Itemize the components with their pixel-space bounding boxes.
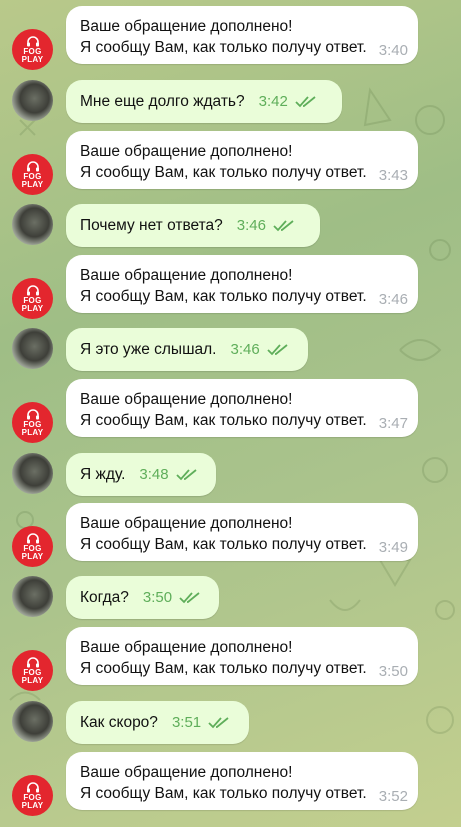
message-time: 3:50: [142, 589, 173, 606]
bot-avatar-text: PLAY: [21, 54, 44, 64]
outgoing-message-bubble[interactable]: Когда? 3:50: [66, 576, 219, 619]
message-time: 3:46: [230, 341, 260, 358]
message-time: 3:42: [258, 93, 288, 110]
user-avatar[interactable]: [12, 204, 53, 245]
outgoing-message-bubble[interactable]: Как скоро? 3:51: [66, 701, 249, 744]
read-receipt-icon: [267, 343, 288, 355]
message-text-line: Ваше обращение дополнено!: [80, 143, 293, 160]
message-text-line: Я сообщу Вам, как только получу ответ.: [80, 412, 367, 429]
message-text-line: Я сообщу Вам, как только получу ответ.: [80, 660, 367, 677]
message-time: 3:46: [378, 291, 408, 308]
bot-avatar-text: PLAY: [21, 179, 44, 189]
message-text: Я это уже слышал.: [80, 340, 217, 358]
message-time: 3:48: [139, 466, 169, 483]
headphones-icon: [26, 284, 39, 295]
message-text: Как скоро?: [80, 713, 158, 731]
read-receipt-icon: [208, 716, 229, 728]
message-text-line: Ваше обращение дополнено!: [80, 515, 293, 532]
message-text: Я жду.: [80, 465, 126, 483]
incoming-message-bubble[interactable]: Ваше обращение дополнено! Я сообщу Вам, к…: [66, 503, 418, 561]
message-text-line: Ваше обращение дополнено!: [80, 764, 293, 781]
headphones-icon: [26, 35, 39, 46]
incoming-message-bubble[interactable]: Ваше обращение дополнено! Я сообщу Вам, к…: [66, 627, 418, 685]
headphones-icon: [26, 408, 39, 419]
bot-avatar[interactable]: FOG PLAY: [12, 154, 53, 195]
headphones-icon: [26, 160, 39, 171]
bot-avatar[interactable]: FOG PLAY: [12, 775, 53, 816]
headphones-icon: [26, 656, 39, 667]
message-text-line: Ваше обращение дополнено!: [80, 391, 293, 408]
message-list[interactable]: FOG PLAY Ваше обращение дополнено! Я сообщу…: [0, 0, 461, 827]
message-text-line: Ваше обращение дополнено!: [80, 639, 293, 656]
message-time: 3:52: [378, 788, 408, 805]
message-text-line: Я сообщу Вам, как только получу ответ.: [80, 39, 367, 56]
headphones-icon: [26, 532, 39, 543]
message-text-line: Я сообщу Вам, как только получу ответ.: [80, 164, 367, 181]
message-time: 3:46: [236, 217, 266, 234]
user-avatar[interactable]: [12, 80, 53, 121]
bot-avatar[interactable]: FOG PLAY: [12, 526, 53, 567]
bot-avatar-text: PLAY: [21, 427, 44, 437]
incoming-message-bubble[interactable]: Ваше обращение дополнено! Я сообщу Вам, к…: [66, 752, 418, 810]
message-text: Мне еще долго ждать?: [80, 92, 245, 110]
incoming-message-bubble[interactable]: Ваше обращение дополнено! Я сообщу Вам, к…: [66, 379, 418, 437]
bot-avatar-text: PLAY: [21, 800, 44, 810]
bot-avatar-text: PLAY: [21, 303, 44, 313]
message-text: Когда?: [80, 588, 129, 606]
outgoing-message-bubble[interactable]: Я жду. 3:48: [66, 453, 216, 496]
user-avatar[interactable]: [12, 701, 53, 742]
message-time: 3:43: [378, 167, 408, 184]
bot-avatar-text: PLAY: [21, 675, 44, 685]
message-text-line: Ваше обращение дополнено!: [80, 267, 293, 284]
incoming-message-bubble[interactable]: Ваше обращение дополнено! Я сообщу Вам, к…: [66, 6, 418, 64]
outgoing-message-bubble[interactable]: Почему нет ответа? 3:46: [66, 204, 320, 247]
message-text-line: Я сообщу Вам, как только получу ответ.: [80, 536, 367, 553]
bot-avatar[interactable]: FOG PLAY: [12, 402, 53, 443]
read-receipt-icon: [179, 591, 200, 603]
incoming-message-bubble[interactable]: Ваше обращение дополнено! Я сообщу Вам, к…: [66, 255, 418, 313]
bot-avatar[interactable]: FOG PLAY: [12, 650, 53, 691]
message-time: 3:51: [171, 714, 202, 731]
message-time: 3:40: [378, 42, 408, 59]
user-avatar[interactable]: [12, 576, 53, 617]
outgoing-message-bubble[interactable]: Мне еще долго ждать? 3:42: [66, 80, 342, 123]
read-receipt-icon: [295, 95, 316, 107]
message-time: 3:49: [378, 539, 408, 556]
incoming-message-bubble[interactable]: Ваше обращение дополнено! Я сообщу Вам, к…: [66, 131, 418, 189]
message-time: 3:47: [378, 415, 408, 432]
message-text: Почему нет ответа?: [80, 216, 223, 234]
user-avatar[interactable]: [12, 453, 53, 494]
bot-avatar[interactable]: FOG PLAY: [12, 278, 53, 319]
read-receipt-icon: [273, 219, 294, 231]
outgoing-message-bubble[interactable]: Я это уже слышал. 3:46: [66, 328, 308, 371]
message-text-line: Я сообщу Вам, как только получу ответ.: [80, 785, 367, 802]
bot-avatar[interactable]: FOG PLAY: [12, 29, 53, 70]
message-text-line: Ваше обращение дополнено!: [80, 18, 293, 35]
message-time: 3:50: [378, 663, 408, 680]
user-avatar[interactable]: [12, 328, 53, 369]
headphones-icon: [26, 781, 39, 792]
bot-avatar-text: PLAY: [21, 551, 44, 561]
read-receipt-icon: [175, 468, 197, 480]
message-text-line: Я сообщу Вам, как только получу ответ.: [80, 288, 367, 305]
